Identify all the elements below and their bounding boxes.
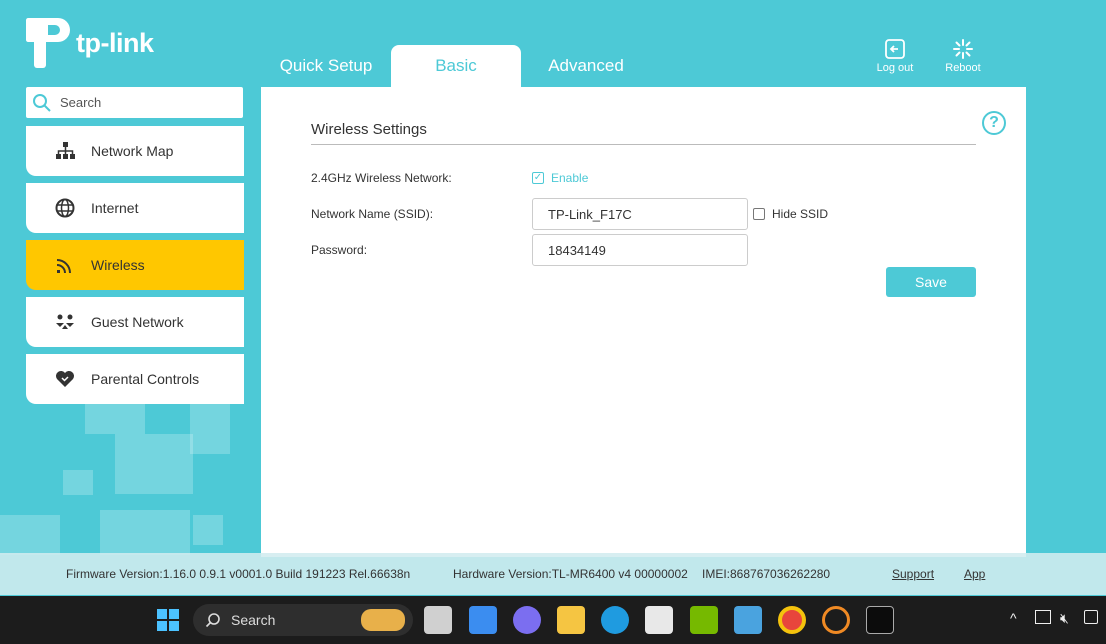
hide-ssid-label: Hide SSID xyxy=(772,207,829,221)
sidebar-item-guest-network[interactable]: Guest Network xyxy=(26,297,244,347)
volume-icon[interactable]: 🔇︎ xyxy=(1060,610,1069,627)
sidebar-item-wireless[interactable]: Wireless xyxy=(26,240,244,290)
network-icon[interactable] xyxy=(1035,610,1051,624)
sidebar-item-parental-controls[interactable]: Parental Controls xyxy=(26,354,244,404)
sidebar-item-label: Parental Controls xyxy=(91,371,200,387)
title-divider xyxy=(311,144,976,145)
password-input[interactable] xyxy=(532,234,748,266)
main-panel: Wireless Settings ? 2.4GHz Wireless Netw… xyxy=(261,87,1026,557)
teams-chat-icon[interactable] xyxy=(513,606,541,634)
brand-name: tp-link xyxy=(76,27,154,58)
save-button[interactable]: Save xyxy=(886,267,976,297)
tab-basic[interactable]: Basic xyxy=(391,45,521,87)
search-highlight-icon xyxy=(361,609,405,631)
taskbar: Search ^ 🔇︎ xyxy=(0,596,1106,644)
sidebar-item-label: Network Map xyxy=(91,143,174,159)
search-icon xyxy=(205,613,220,628)
ssid-label: Network Name (SSID): xyxy=(311,207,434,221)
checkmark-icon: ✓ xyxy=(532,172,544,184)
task-view-icon[interactable] xyxy=(424,606,452,634)
chrome-browser-icon[interactable] xyxy=(778,606,806,634)
nvidia-icon[interactable] xyxy=(690,606,718,634)
search-input[interactable] xyxy=(60,95,230,110)
wireless-network-label: 2.4GHz Wireless Network: xyxy=(311,171,452,185)
tab-quick-setup[interactable]: Quick Setup xyxy=(261,45,391,87)
windows-start-icon[interactable] xyxy=(154,606,182,634)
hide-ssid-checkbox[interactable]: Hide SSID xyxy=(753,207,828,221)
edge-browser-icon[interactable] xyxy=(601,606,629,634)
reboot-icon xyxy=(953,39,973,59)
heart-icon xyxy=(54,368,76,390)
reboot-label: Reboot xyxy=(945,62,981,74)
widgets-icon[interactable] xyxy=(469,606,497,634)
page-title: Wireless Settings xyxy=(311,121,427,138)
sidebar-item-internet[interactable]: Internet xyxy=(26,183,244,233)
sidebar-item-network-map[interactable]: Network Map xyxy=(26,126,244,176)
reboot-button[interactable]: Reboot xyxy=(933,38,993,74)
enable-label: Enable xyxy=(551,171,589,185)
hardware-version: Hardware Version:TL-MR6400 v4 00000002 xyxy=(453,567,688,581)
taskbar-search[interactable]: Search xyxy=(193,604,413,636)
tp-link-logo: tp-link xyxy=(26,18,154,68)
search-box xyxy=(26,87,243,118)
logout-label: Log out xyxy=(876,62,914,74)
search-tool-icon[interactable] xyxy=(822,606,850,634)
logout-icon xyxy=(885,39,905,59)
chevron-up-icon[interactable]: ^ xyxy=(1010,610,1017,626)
logout-button[interactable]: Log out xyxy=(865,38,925,74)
sidebar-item-label: Wireless xyxy=(91,257,145,273)
password-label: Password: xyxy=(311,243,368,257)
globe-icon xyxy=(54,197,76,219)
tab-advanced[interactable]: Advanced xyxy=(521,45,651,87)
tp-link-logo-icon xyxy=(26,18,70,68)
sidebar-item-label: Internet xyxy=(91,200,139,216)
enable-checkbox[interactable]: ✓ Enable xyxy=(532,171,588,185)
top-navigation: Quick Setup Basic Advanced xyxy=(261,45,651,87)
app-link[interactable]: App xyxy=(964,567,985,581)
firmware-version: Firmware Version:1.16.0 0.9.1 v0001.0 Bu… xyxy=(66,567,411,581)
microsoft-store-icon[interactable] xyxy=(645,606,673,634)
taskbar-search-label: Search xyxy=(231,612,276,628)
network-map-icon xyxy=(54,140,76,162)
help-icon[interactable]: ? xyxy=(982,111,1006,135)
ssid-input[interactable] xyxy=(532,198,748,230)
terminal-icon[interactable] xyxy=(866,606,894,634)
battery-icon[interactable] xyxy=(1084,610,1098,624)
support-link[interactable]: Support xyxy=(892,567,934,581)
sidebar-item-label: Guest Network xyxy=(91,314,184,330)
wifi-icon xyxy=(54,254,76,276)
notepad-icon[interactable] xyxy=(734,606,762,634)
search-icon xyxy=(33,93,51,112)
imei: IMEI:868767036262280 xyxy=(702,567,831,581)
checkbox-box xyxy=(753,208,765,220)
footer: Firmware Version:1.16.0 0.9.1 v0001.0 Bu… xyxy=(0,553,1106,595)
file-explorer-icon[interactable] xyxy=(557,606,585,634)
guest-icon xyxy=(54,311,76,333)
